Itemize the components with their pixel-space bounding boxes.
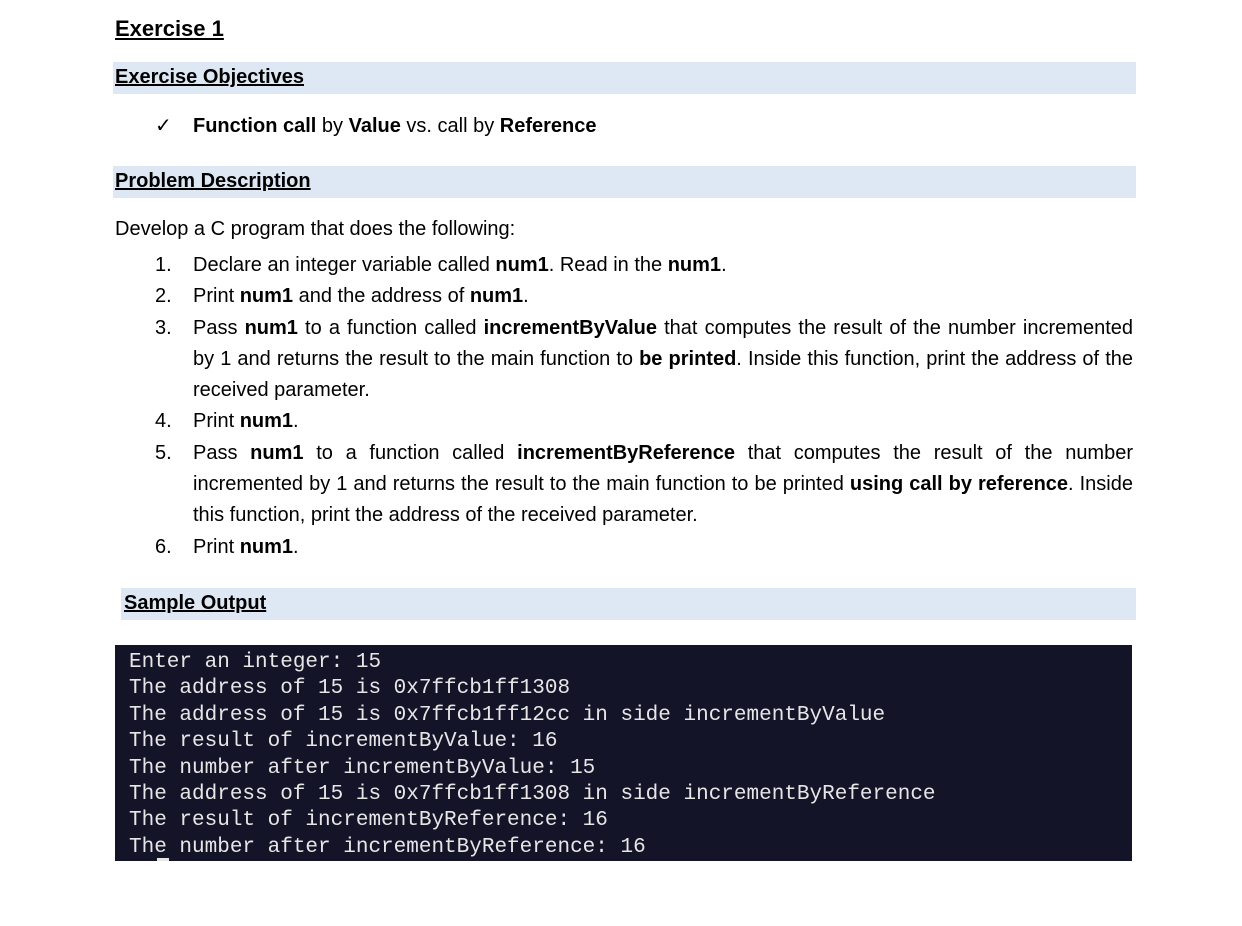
step-plain-text: Print xyxy=(193,535,240,558)
objectives-heading-band: Exercise Objectives xyxy=(113,62,1136,94)
step-item: 6. Print num1. xyxy=(155,532,1133,563)
exercise-title: Exercise 1 xyxy=(115,16,224,41)
console-line: The address of 15 is 0x7ffcb1ff12cc in s… xyxy=(129,703,886,727)
step-number: 3. xyxy=(155,316,172,339)
step-number: 6. xyxy=(155,535,172,558)
problem-intro: Develop a C program that does the follow… xyxy=(115,218,516,240)
step-bold-text: num1 xyxy=(239,535,294,558)
step-bold-text: be printed xyxy=(639,347,737,370)
step-plain-text: Print xyxy=(193,410,240,433)
step-text: Print num1. xyxy=(193,406,1133,437)
step-text: Declare an integer variable called num1.… xyxy=(193,250,1133,281)
step-plain-text: . Read in the xyxy=(548,254,668,276)
step-plain-text: . xyxy=(721,254,727,276)
sample-heading: Sample Output xyxy=(124,592,267,614)
step-number: 4. xyxy=(155,410,172,433)
console-line: The address of 15 is 0x7ffcb1ff1308 in s… xyxy=(129,783,936,807)
step-number: 5. xyxy=(155,441,172,464)
step-bold-text: incrementByValue xyxy=(483,316,657,339)
objective-text-1: by xyxy=(316,115,349,137)
step-plain-text: Declare an integer variable called xyxy=(193,254,496,276)
step-plain-text: . xyxy=(523,285,529,308)
problem-heading: Problem Description xyxy=(115,170,311,192)
console-line: Enter an integer: 15 xyxy=(129,651,382,674)
objective-bold-1: Function call xyxy=(193,115,317,137)
step-bold-text: num1 xyxy=(239,410,294,433)
objectives-heading: Exercise Objectives xyxy=(115,66,305,88)
step-bold-text: using call by reference xyxy=(849,473,1069,496)
step-item: 4. Print num1. xyxy=(155,406,1133,437)
console-line: The number after incrementByValue: 15 xyxy=(129,756,596,780)
step-plain-text: Pass xyxy=(193,316,245,339)
console-line: The result of incrementByReference: 16 xyxy=(129,809,608,833)
step-plain-text: Pass xyxy=(193,441,251,464)
steps-list: 1. Declare an integer variable called num… xyxy=(155,250,1133,563)
step-item: 5. Pass num1 to a function called increme… xyxy=(155,438,1133,532)
objective-bold-3: Reference xyxy=(499,115,597,137)
step-text: Print num1. xyxy=(193,532,1133,563)
console-cursor xyxy=(157,858,169,861)
console-line: The number after incrementByReference: 1… xyxy=(129,835,646,859)
step-number: 1. xyxy=(155,254,172,276)
step-bold-text: incrementByReference xyxy=(517,441,736,464)
step-text: Pass num1 to a function called increment… xyxy=(193,438,1133,532)
objective-item: ✓ Function call by Value vs. call by Refe… xyxy=(155,113,597,138)
step-plain-text: to a function called xyxy=(297,316,484,339)
step-text: Print num1 and the address of num1. xyxy=(193,281,1133,312)
console-output: Enter an integer: 15 The address of 15 is… xyxy=(115,645,1132,861)
step-bold-text: num1 xyxy=(250,441,304,464)
checkmark-icon: ✓ xyxy=(155,115,172,137)
step-plain-text: to a function called xyxy=(303,441,518,464)
step-item: 3. Pass num1 to a function called increme… xyxy=(155,313,1133,407)
console-lines: Enter an integer: 15 The address of 15 is… xyxy=(129,650,936,861)
console-line: The result of incrementByValue: 16 xyxy=(129,730,558,754)
step-bold-text: num1 xyxy=(469,285,524,308)
step-item: 2. Print num1 and the address of num1. xyxy=(155,281,1133,312)
step-bold-text: num1 xyxy=(244,316,298,339)
step-bold-text: num1 xyxy=(667,254,722,276)
objective-bold-2: Value xyxy=(348,115,401,137)
objective-text-2: vs. call by xyxy=(400,115,500,137)
step-plain-text: . xyxy=(293,535,299,558)
console-line: The address of 15 is 0x7ffcb1ff1308 xyxy=(129,677,571,701)
step-bold-text: num1 xyxy=(495,254,549,276)
step-number: 2. xyxy=(155,285,172,308)
step-plain-text: . xyxy=(293,410,299,433)
step-text: Pass num1 to a function called increment… xyxy=(193,313,1133,407)
step-plain-text: Print xyxy=(193,285,240,308)
step-item: 1. Declare an integer variable called num… xyxy=(155,250,1133,281)
step-bold-text: num1 xyxy=(239,285,294,308)
step-plain-text: and the address of xyxy=(293,285,470,308)
problem-heading-band: Problem Description xyxy=(113,166,1136,198)
sample-heading-band: Sample Output xyxy=(121,588,1136,620)
